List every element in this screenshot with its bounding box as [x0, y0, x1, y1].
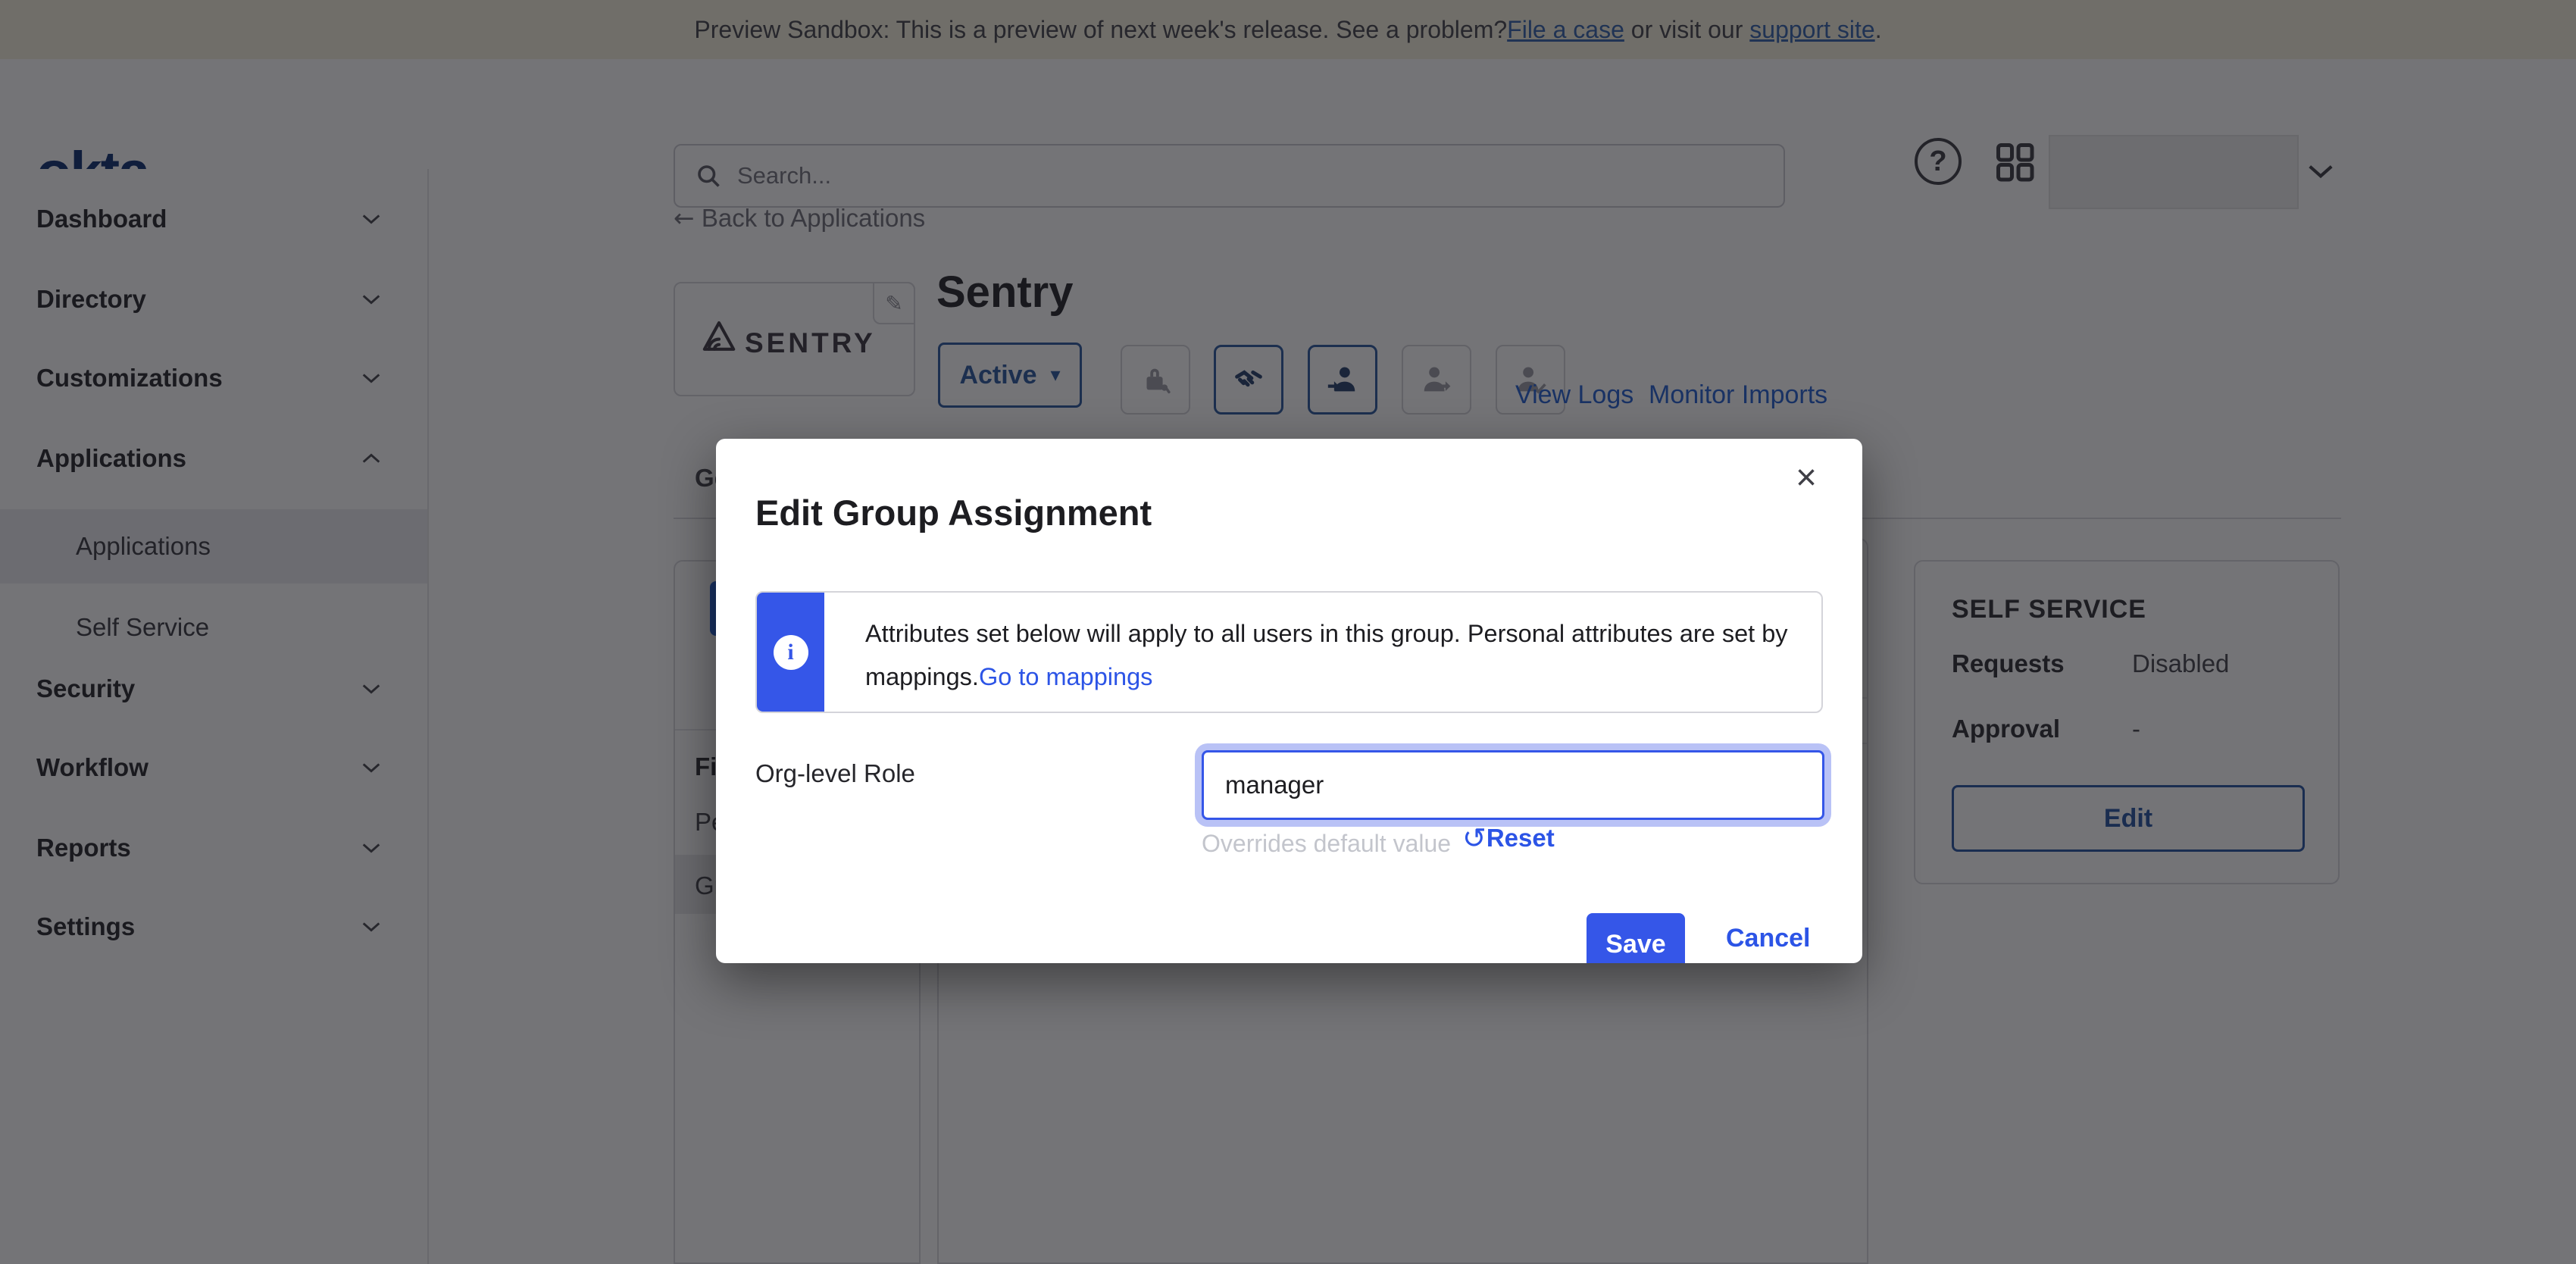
edit-group-assignment-modal: × Edit Group Assignment i Attributes set…: [716, 439, 1862, 963]
info-alert: i Attributes set below will apply to all…: [755, 591, 1823, 713]
reset-label: Reset: [1487, 824, 1555, 853]
okta-admin-screen: Preview Sandbox: This is a preview of ne…: [0, 0, 2576, 1264]
modal-title: Edit Group Assignment: [755, 492, 1152, 533]
go-to-mappings-link[interactable]: Go to mappings: [979, 663, 1152, 690]
close-icon[interactable]: ×: [1796, 460, 1817, 496]
org-level-role-input[interactable]: [1202, 750, 1824, 820]
overrides-helper-text: Overrides default value: [1202, 830, 1451, 858]
info-icon: i: [774, 635, 808, 670]
save-button[interactable]: Save: [1587, 913, 1685, 963]
cancel-button[interactable]: Cancel: [1726, 924, 1811, 953]
info-alert-strip: i: [757, 593, 824, 712]
reset-icon: ↺: [1462, 824, 1487, 853]
org-level-role-label: Org-level Role: [755, 759, 915, 788]
reset-control[interactable]: ↺ Reset: [1462, 824, 1555, 853]
info-alert-text: Attributes set below will apply to all u…: [865, 612, 1812, 699]
